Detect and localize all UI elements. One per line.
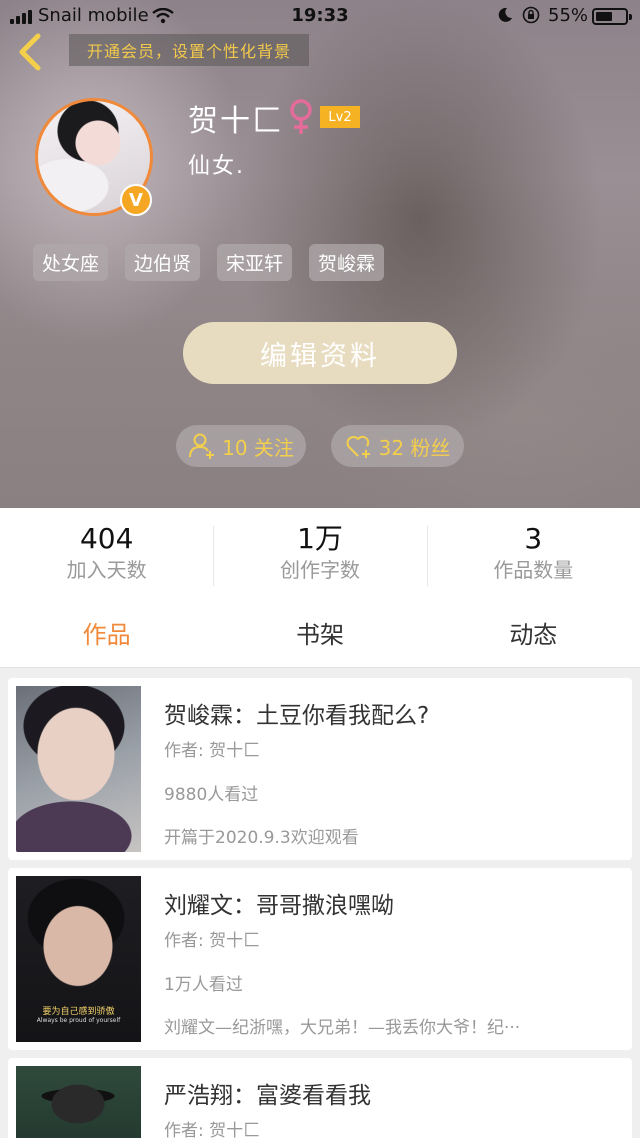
work-cover-image: 要为自己感到骄傲 Always be proud of yourself [16,876,141,1042]
tab-bookshelf[interactable]: 书架 [213,598,426,667]
stat-value: 1万 [297,522,343,555]
vip-banner-link[interactable]: 开通会员，设置个性化背景 [69,34,309,66]
stat-value: 404 [79,522,134,555]
tab-bar: 作品 书架 动态 [0,598,640,668]
work-author: 作者: 贺十匚 [164,1121,261,1138]
stat-label: 加入天数 [66,558,147,582]
stat-days: 404 加入天数 [0,508,213,598]
work-title: 贺峻霖：土豆你看我配么? [164,703,430,729]
moon-icon [498,7,512,22]
cover-caption-en: Always be proud of yourself [36,1017,121,1024]
work-title: 刘耀文：哥哥撒浪嘿呦 [164,893,394,919]
tab-activity[interactable]: 动态 [427,598,640,667]
tag-item[interactable]: 宋亚轩 [217,244,293,281]
work-card[interactable]: 严浩翔：富婆看看我 作者: 贺十匚 [8,1058,632,1138]
work-title: 严浩翔：富婆看看我 [164,1083,371,1109]
tag-item[interactable]: 贺峻霖 [309,244,385,281]
tag-item[interactable]: 处女座 [33,244,109,281]
stat-words: 1万 创作字数 [213,508,426,598]
work-cover-image [16,1066,141,1138]
stats-bar: 404 加入天数 1万 创作字数 3 作品数量 [0,508,640,598]
verified-badge: V [120,184,152,216]
work-views: 9880人看过 [164,785,259,805]
battery-icon [592,8,632,25]
work-card[interactable]: 贺峻霖：土豆你看我配么? 作者: 贺十匚 9880人看过 开篇于2020.9.3… [8,678,632,860]
work-card[interactable]: 要为自己感到骄傲 Always be proud of yourself 刘耀文… [8,868,632,1050]
clock: 19:33 [291,5,349,26]
fans-button[interactable]: 32 粉丝 [331,425,464,467]
edit-profile-button[interactable]: 编辑资料 [183,322,457,384]
stat-works: 3 作品数量 [426,508,640,598]
stat-value: 3 [524,522,543,555]
work-description: 刘耀文—纪浙嘿，大兄弟！—我丢你大爷！纪··· [164,1018,521,1038]
username: 贺十匚 [188,104,284,139]
work-views: 1万人看过 [164,975,243,995]
following-count: 10 关注 [222,435,294,460]
bio-text: 仙女. [188,154,245,179]
level-badge: Lv2 [320,106,360,128]
tab-works[interactable]: 作品 [0,598,213,667]
heart-plus-icon [346,435,370,458]
stat-label: 作品数量 [493,558,574,582]
stat-label: 创作字数 [279,558,360,582]
work-description: 开篇于2020.9.3欢迎观看 [164,828,359,848]
battery-percent: 55% [548,5,589,26]
tag-item[interactable]: 边伯贤 [125,244,201,281]
profile-header: Snail mobile 19:33 55% 开通会员，设置个性化背景 V 贺十… [0,0,640,508]
cover-caption: 要为自己感到骄傲 [42,1007,115,1017]
rotation-lock-icon [522,6,540,24]
female-icon [290,99,312,134]
add-user-icon [189,433,215,459]
work-cover-image [16,686,141,852]
fans-count: 32 粉丝 [378,435,451,460]
status-bar: Snail mobile 19:33 55% [0,0,640,34]
work-author: 作者: 贺十匚 [164,741,261,761]
interest-tags: 处女座 边伯贤 宋亚轩 贺峻霖 [33,244,385,281]
work-author: 作者: 贺十匚 [164,931,261,951]
back-arrow-icon[interactable] [10,32,50,72]
following-button[interactable]: 10 关注 [176,425,306,467]
